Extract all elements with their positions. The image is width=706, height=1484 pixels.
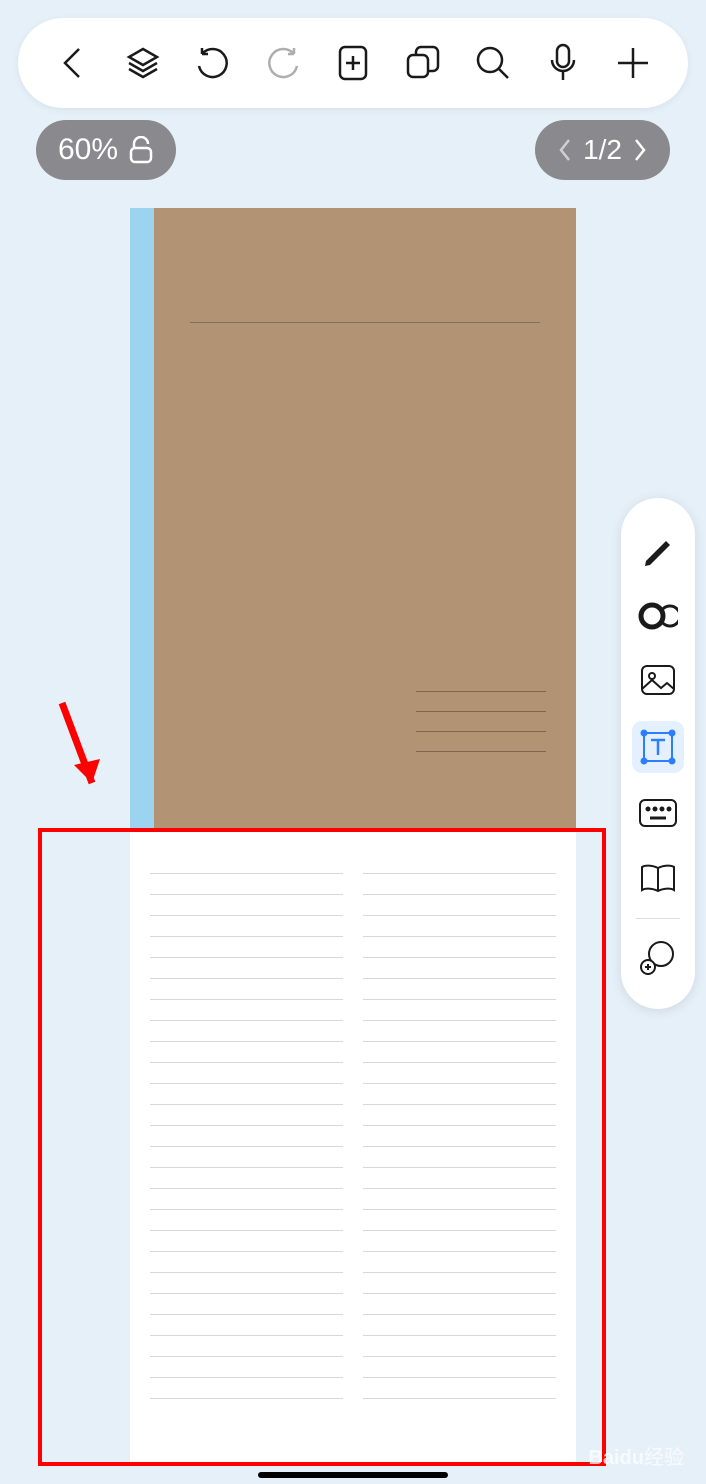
side-divider [636, 918, 680, 919]
side-toolbar [621, 498, 695, 1009]
layers-button[interactable] [118, 38, 168, 88]
page-nav-pill[interactable]: 1/2 [535, 120, 670, 180]
document-viewport[interactable] [0, 208, 706, 1484]
page-2-lined[interactable] [130, 831, 576, 1462]
back-button[interactable] [48, 38, 98, 88]
book-tool[interactable] [632, 853, 684, 905]
lined-column-left [150, 873, 343, 1442]
zoom-pill[interactable]: 60% [36, 120, 176, 180]
page-indicator: 1/2 [583, 134, 622, 166]
page-1-cover[interactable] [130, 208, 576, 831]
shapes-tool[interactable] [632, 932, 684, 984]
lined-column-right [363, 873, 556, 1442]
lasso-tool[interactable] [632, 589, 684, 641]
cover-body [154, 208, 576, 831]
voice-button[interactable] [538, 38, 588, 88]
keyboard-tool[interactable] [632, 787, 684, 839]
zoom-level: 60% [58, 133, 118, 167]
add-button[interactable] [608, 38, 658, 88]
status-row: 60% 1/2 [0, 120, 706, 180]
pen-tool[interactable] [632, 523, 684, 575]
redo-button[interactable] [258, 38, 308, 88]
unlock-icon [128, 136, 154, 164]
home-indicator [258, 1472, 448, 1478]
cover-title-line [190, 322, 540, 323]
search-button[interactable] [468, 38, 518, 88]
copy-button[interactable] [398, 38, 448, 88]
undo-button[interactable] [188, 38, 238, 88]
cover-spine [130, 208, 154, 831]
image-tool[interactable] [632, 655, 684, 707]
top-toolbar [18, 18, 688, 108]
text-tool[interactable] [632, 721, 684, 773]
chevron-right-icon[interactable] [632, 136, 648, 164]
add-page-button[interactable] [328, 38, 378, 88]
chevron-left-icon[interactable] [557, 136, 573, 164]
cover-info-lines [416, 691, 546, 771]
